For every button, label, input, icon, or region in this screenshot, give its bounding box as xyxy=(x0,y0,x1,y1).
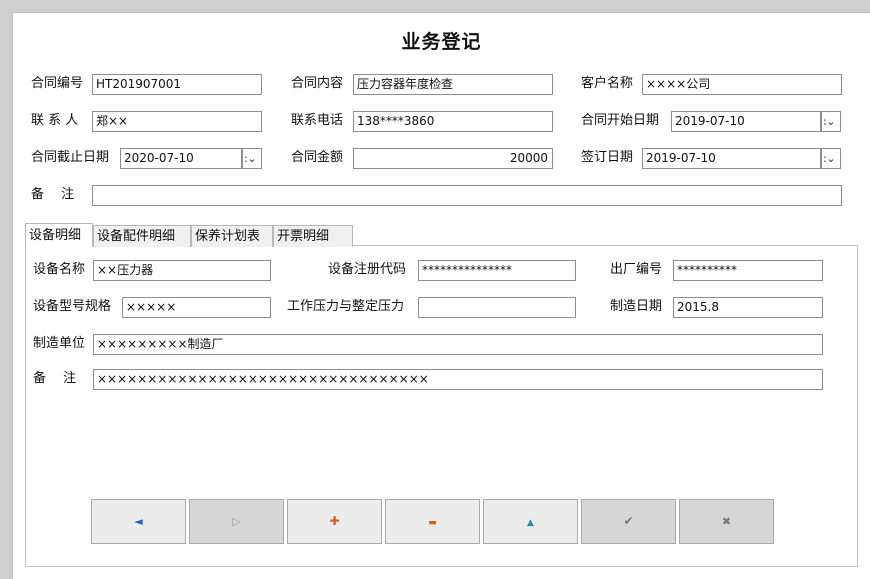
arrow-left-icon: ◄ xyxy=(134,515,143,528)
prev-record-button[interactable]: ◄ xyxy=(91,499,186,544)
equipment-reg-code-input[interactable]: *************** xyxy=(418,260,576,281)
business-registration-window: 业务登记 合同编号 HT201907001 合同内容 压力容器年度检查 客户名称… xyxy=(12,12,870,579)
manufacture-date-label: 制造日期 xyxy=(610,299,663,314)
tab-invoice-details[interactable]: 开票明细 xyxy=(273,225,353,247)
move-up-button[interactable]: ▲ xyxy=(483,499,578,544)
contract-content-label: 合同内容 xyxy=(291,76,344,91)
equipment-remark-input[interactable]: ××××××××××××××××××××××××××××××××× xyxy=(93,369,823,390)
contract-number-label: 合同编号 xyxy=(31,76,84,91)
equipment-model-label: 设备型号规格 xyxy=(33,299,112,314)
customer-name-label: 客户名称 xyxy=(581,76,634,91)
sign-date-dropdown-button[interactable]: ⌄ xyxy=(821,148,841,169)
close-icon: ✖ xyxy=(721,515,732,528)
equipment-reg-code-label: 设备注册代码 xyxy=(328,262,407,277)
minus-icon: ▬ xyxy=(428,518,437,528)
end-date-dropdown-button[interactable]: ⌄ xyxy=(242,148,262,169)
working-pressure-input[interactable] xyxy=(418,297,576,318)
contract-start-date-label: 合同开始日期 xyxy=(581,113,660,128)
equipment-model-input[interactable]: ××××× xyxy=(122,297,271,318)
next-record-button[interactable]: ▷ xyxy=(189,499,284,544)
serial-number-input[interactable]: ********** xyxy=(673,260,823,281)
contract-remark-label: 备 注 xyxy=(31,187,75,202)
equipment-name-input[interactable]: ××压力器 xyxy=(93,260,271,281)
contract-content-input[interactable]: 压力容器年度检查 xyxy=(353,74,553,95)
arrow-up-icon: ▲ xyxy=(527,518,534,528)
chevron-down-icon: ⌄ xyxy=(826,115,836,128)
sign-date-input[interactable]: 2019-07-10 xyxy=(642,148,821,169)
start-date-dropdown-button[interactable]: ⌄ xyxy=(821,111,841,132)
contract-amount-input[interactable]: 20000 xyxy=(353,148,553,169)
chevron-down-icon: ⌄ xyxy=(247,152,257,165)
equipment-remark-label: 备 注 xyxy=(33,371,77,386)
contact-person-input[interactable]: 郑×× xyxy=(92,111,262,132)
check-icon: ✔ xyxy=(623,514,634,528)
manufacturer-label: 制造单位 xyxy=(33,336,86,351)
equipment-name-label: 设备名称 xyxy=(33,262,86,277)
contract-end-date-input[interactable]: 2020-07-10 xyxy=(120,148,242,169)
manufacturer-input[interactable]: ×××××××××制造厂 xyxy=(93,334,823,355)
serial-number-label: 出厂编号 xyxy=(610,262,663,277)
contact-phone-input[interactable]: 138****3860 xyxy=(353,111,553,132)
tab-maintenance-plan[interactable]: 保养计划表 xyxy=(191,225,273,247)
page-title: 业务登记 xyxy=(401,31,482,53)
tab-equipment-details[interactable]: 设备明细 xyxy=(25,223,93,247)
contract-end-date-label: 合同截止日期 xyxy=(31,150,110,165)
contract-remark-input[interactable] xyxy=(92,185,842,206)
chevron-down-icon: ⌄ xyxy=(826,152,836,165)
contact-phone-label: 联系电话 xyxy=(291,113,344,128)
contact-person-label: 联 系 人 xyxy=(31,113,79,128)
add-record-button[interactable]: ✚ xyxy=(287,499,382,544)
delete-record-button[interactable]: ▬ xyxy=(385,499,480,544)
arrow-right-icon: ▷ xyxy=(232,515,241,528)
confirm-button[interactable]: ✔ xyxy=(581,499,676,544)
tab-equipment-parts[interactable]: 设备配件明细 xyxy=(93,225,191,247)
cancel-button[interactable]: ✖ xyxy=(679,499,774,544)
contract-number-input[interactable]: HT201907001 xyxy=(92,74,262,95)
working-pressure-label: 工作压力与整定压力 xyxy=(287,299,405,314)
contract-start-date-input[interactable]: 2019-07-10 xyxy=(671,111,821,132)
contract-amount-label: 合同金额 xyxy=(291,150,344,165)
plus-icon: ✚ xyxy=(329,514,340,528)
manufacture-date-input[interactable]: 2015.8 xyxy=(673,297,823,318)
sign-date-label: 签订日期 xyxy=(581,150,634,165)
customer-name-input[interactable]: ××××公司 xyxy=(642,74,842,95)
